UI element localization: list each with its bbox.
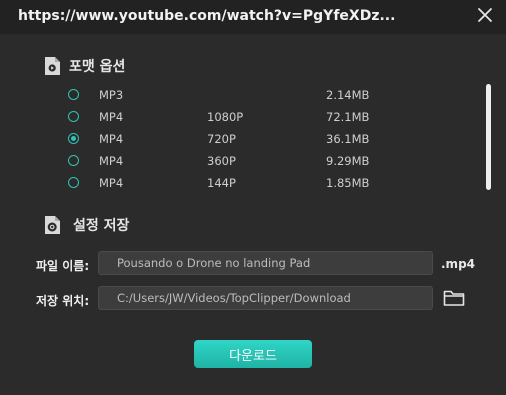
option-size: 2.14MB xyxy=(326,88,370,102)
option-resolution: 360P xyxy=(207,154,236,168)
option-size: 36.1MB xyxy=(326,132,370,146)
option-format: MP4 xyxy=(99,176,124,190)
option-resolution: 720P xyxy=(207,132,236,146)
format-option-row[interactable]: MP4 720P 36.1MB xyxy=(68,129,468,151)
option-size: 72.1MB xyxy=(326,110,370,124)
download-button[interactable]: 다운로드 xyxy=(194,340,312,368)
format-radio[interactable] xyxy=(68,111,79,122)
format-option-list: MP3 2.14MB MP4 1080P 72.1MB MP4 720P 36.… xyxy=(68,85,468,195)
option-format: MP4 xyxy=(99,110,124,124)
option-size: 9.29MB xyxy=(326,154,370,168)
format-section-title: 포맷 옵션 xyxy=(69,59,126,75)
option-format: MP4 xyxy=(99,154,124,168)
close-icon[interactable] xyxy=(476,6,494,24)
format-radio-selected[interactable] xyxy=(68,133,79,144)
format-radio[interactable] xyxy=(68,89,79,100)
video-file-icon xyxy=(45,57,60,75)
option-format: MP4 xyxy=(99,132,124,146)
format-option-row[interactable]: MP3 2.14MB xyxy=(68,85,468,107)
option-format: MP3 xyxy=(99,88,124,102)
option-size: 1.85MB xyxy=(326,176,370,190)
settings-file-icon xyxy=(45,216,60,234)
save-path-label: 저장 위치: xyxy=(36,294,90,308)
format-radio[interactable] xyxy=(68,155,79,166)
format-option-row[interactable]: MP4 360P 9.29MB xyxy=(68,151,468,173)
title-bar: https://www.youtube.com/watch?v=PgYfeXDz… xyxy=(0,0,506,34)
save-path-input[interactable]: C:/Users/JW/Videos/TopClipper/Download xyxy=(98,286,433,310)
option-resolution: 144P xyxy=(207,176,236,190)
file-extension: .mp4 xyxy=(441,257,476,271)
format-list-scrollbar[interactable] xyxy=(486,84,491,190)
format-radio[interactable] xyxy=(68,177,79,188)
filename-input[interactable]: Pousando o Drone no landing Pad xyxy=(98,251,433,275)
format-section-header: 포맷 옵션 xyxy=(43,56,125,76)
filename-label: 파일 이름: xyxy=(36,259,90,273)
scrollbar-thumb[interactable] xyxy=(486,84,491,190)
format-option-row[interactable]: MP4 144P 1.85MB xyxy=(68,173,468,195)
format-option-row[interactable]: MP4 1080P 72.1MB xyxy=(68,107,468,129)
video-url: https://www.youtube.com/watch?v=PgYfeXDz… xyxy=(18,8,396,24)
folder-icon[interactable] xyxy=(443,289,465,307)
option-resolution: 1080P xyxy=(207,110,244,124)
settings-section-header: 설정 저장 xyxy=(43,215,129,235)
settings-section-title: 설정 저장 xyxy=(73,218,130,234)
